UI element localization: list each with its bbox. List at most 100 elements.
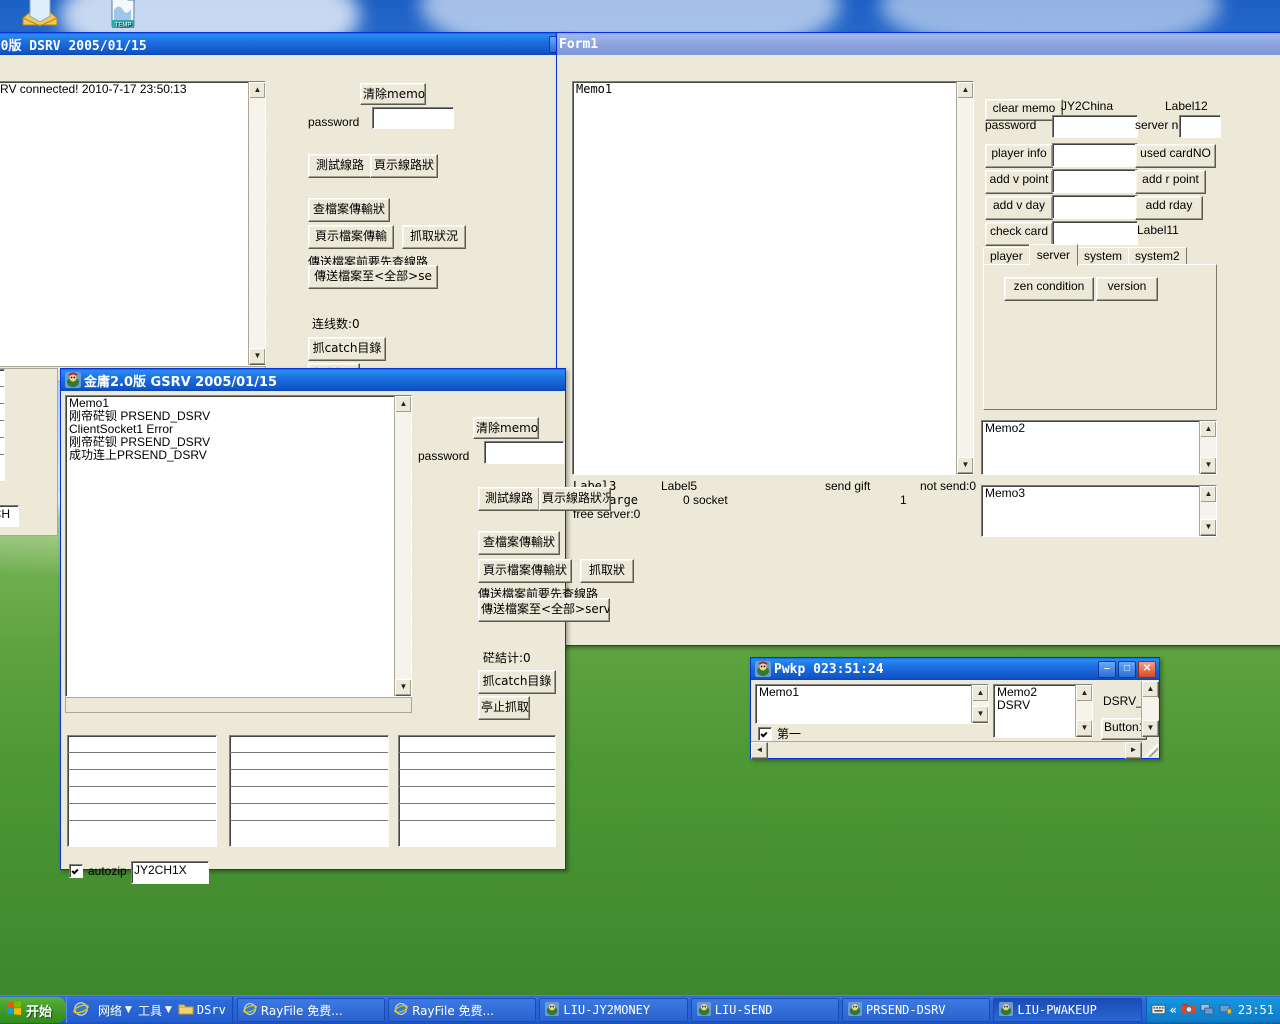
memo2-scrollbar[interactable]: ▲ ▼ (1199, 421, 1216, 474)
memo2-scrollbar[interactable]: ▲ ▼ (1075, 685, 1092, 737)
table-row[interactable] (0, 370, 4, 387)
titlebar-buttons-pwkp[interactable]: – □ ✕ (1098, 661, 1156, 678)
tray-expand-button[interactable]: « (1170, 1003, 1177, 1017)
table-row[interactable] (0, 387, 4, 404)
scroll-track[interactable] (957, 98, 973, 458)
table-row[interactable] (0, 404, 4, 421)
memo1-scrollbar[interactable]: ▲ ▼ (956, 82, 973, 474)
table-row[interactable] (230, 787, 388, 804)
system-tray[interactable]: « 23:51 (1146, 997, 1280, 1023)
keyboard-icon[interactable] (1151, 1002, 1166, 1019)
titlebar-form1[interactable]: Form1 (557, 33, 1280, 55)
network-menu[interactable]: 网络 ▼ (98, 1002, 132, 1019)
scroll-up-icon[interactable]: ▲ (1200, 421, 1217, 438)
autozip-checkbox[interactable]: autozip (69, 864, 127, 878)
scroll-up-icon[interactable]: ▲ (395, 396, 412, 413)
scroll-track[interactable] (1076, 701, 1092, 721)
catch-directory-button[interactable]: 抓catch目錄 (308, 337, 386, 361)
taskbar-item-liu-send[interactable]: LIU-SEND (691, 998, 839, 1022)
scroll-track[interactable] (395, 412, 411, 680)
taskbar-item-prsend-dsrv[interactable]: PRSEND-DSRV (842, 998, 990, 1022)
password-input[interactable] (372, 107, 454, 129)
memo3-form1[interactable]: Memo3 ▲ ▼ (981, 485, 1217, 537)
table-row[interactable] (68, 804, 216, 821)
check-file-transfer-button[interactable]: 查檔案傳輸狀 (308, 198, 390, 222)
send-file-all-button[interactable]: 傳送檔案至<全部>se (308, 265, 438, 289)
taskbar-task-list[interactable]: RayFile 免费... RayFile 免费... LIU-JY2MONEY… (233, 998, 1146, 1022)
maximize-button[interactable]: □ (1118, 661, 1136, 678)
window-pwkp[interactable]: Pwkp 023:51:24 – □ ✕ Memo1 ▲ ▼ Memo2 DSR… (750, 657, 1160, 759)
table-row[interactable] (399, 736, 555, 753)
scroll-down-icon[interactable]: ▼ (1076, 720, 1093, 737)
check-card-input[interactable] (1052, 221, 1138, 245)
table-row[interactable] (68, 753, 216, 770)
memo2-pwkp[interactable]: Memo2 DSRV ▲ ▼ (993, 684, 1093, 738)
desktop-icon-temp[interactable]: TEMP TEMP (90, 0, 154, 33)
table-row[interactable] (399, 753, 555, 770)
scroll-up-icon[interactable]: ▲ (1142, 681, 1159, 698)
test-line-button[interactable]: 測試線路 (478, 487, 540, 511)
add-v-day-input[interactable] (1052, 195, 1138, 219)
first-checkbox-pwkp[interactable]: 第一 (758, 725, 801, 742)
resize-grip[interactable] (1145, 744, 1158, 757)
table-row[interactable] (230, 753, 388, 770)
taskbar-item-rayfile-1[interactable]: RayFile 免费... (237, 998, 385, 1022)
window-form1[interactable]: Form1 Memo1 ▲ ▼ Label3 no charge free se… (556, 32, 1280, 646)
scroll-track[interactable] (1200, 437, 1216, 458)
memo-log-gsrv[interactable]: Memo1 刚帝硭钡 PRSEND_DSRV ClientSocket1 Err… (65, 395, 412, 697)
table-row[interactable] (399, 787, 555, 804)
table-row[interactable] (68, 736, 216, 753)
scroll-down-icon[interactable]: ▼ (957, 457, 974, 474)
scroll-left-icon[interactable]: ◄ (751, 742, 768, 759)
taskbar-item-liu-jy2money[interactable]: LIU-JY2MONEY (539, 998, 687, 1022)
grid-column-3[interactable] (398, 735, 556, 847)
add-r-point-button[interactable]: add r point (1135, 170, 1206, 194)
memo2-form1[interactable]: Memo2 ▲ ▼ (981, 420, 1217, 475)
send-file-all-button[interactable]: 傳送檔案至<全部>serve (478, 598, 610, 622)
start-button[interactable]: 开始 (0, 997, 66, 1023)
scroll-up-icon[interactable]: ▲ (1076, 685, 1093, 702)
scroll-up-icon[interactable]: ▲ (957, 82, 974, 99)
password-input[interactable] (484, 441, 564, 464)
used-card-no-button[interactable]: used cardNO (1135, 144, 1216, 168)
taskbar-item-rayfile-2[interactable]: RayFile 免费... (388, 998, 536, 1022)
catch-directory-button[interactable]: 抓catch目錄 (478, 670, 556, 694)
scroll-down-icon[interactable]: ▼ (1142, 720, 1159, 737)
server-no-input[interactable] (1179, 115, 1221, 138)
minimize-button[interactable]: – (1098, 661, 1116, 678)
player-info-input[interactable] (1052, 143, 1138, 167)
behind-autozip-input[interactable]: JY2CH (0, 505, 19, 527)
scroll-down-icon[interactable]: ▼ (1200, 457, 1217, 474)
add-rday-button[interactable]: add rday (1135, 196, 1203, 220)
show-line-status-button[interactable]: 頁示線路狀况 (539, 487, 611, 511)
camera-icon[interactable] (1181, 1002, 1196, 1019)
window-behind-left[interactable]: zip JY2CH (0, 368, 58, 536)
quick-launch-ie[interactable] (73, 1001, 92, 1020)
table-row[interactable] (399, 770, 555, 787)
password-input[interactable] (1052, 115, 1138, 138)
window-dsrv-top[interactable]: 庸2.0版 DSRV 2005/01/15 - _GSRV connected!… (0, 32, 571, 372)
memo-scrollbar[interactable]: ▲ ▼ (248, 82, 265, 365)
scroll-track[interactable] (1142, 697, 1158, 721)
memo-log-dsrv-top[interactable]: _GSRV connected! 2010-7-17 23:50:13 ▲ ▼ (0, 81, 266, 366)
table-row[interactable] (230, 804, 388, 821)
scroll-right-icon[interactable]: ► (1125, 742, 1142, 759)
form-vscrollbar-pwkp[interactable]: ▲ ▼ (1141, 681, 1158, 737)
scroll-up-icon[interactable]: ▲ (249, 82, 266, 99)
close-button[interactable]: ✕ (1138, 661, 1156, 678)
clear-memo-button[interactable]: 清除memo (473, 417, 539, 439)
grid-column-2[interactable] (229, 735, 389, 847)
show-line-status-button[interactable]: 頁示線路狀 (370, 154, 438, 178)
catch-status-button[interactable]: 抓取狀 (580, 559, 634, 583)
scroll-track[interactable] (1200, 502, 1216, 520)
scroll-down-icon[interactable]: ▼ (972, 706, 989, 723)
show-file-transfer-button[interactable]: 頁示檔案傳輸 (308, 225, 394, 249)
tab-server[interactable]: server (1029, 244, 1078, 266)
memo-scrollbar[interactable]: ▲ ▼ (394, 396, 411, 696)
table-row[interactable] (68, 821, 216, 838)
memo-hscrollbar[interactable] (65, 697, 412, 713)
scroll-track[interactable] (249, 98, 265, 349)
table-row[interactable] (0, 455, 4, 472)
titlebar-gsrv[interactable]: 金庸2.0版 GSRV 2005/01/15 (61, 369, 565, 391)
table-row[interactable] (68, 787, 216, 804)
